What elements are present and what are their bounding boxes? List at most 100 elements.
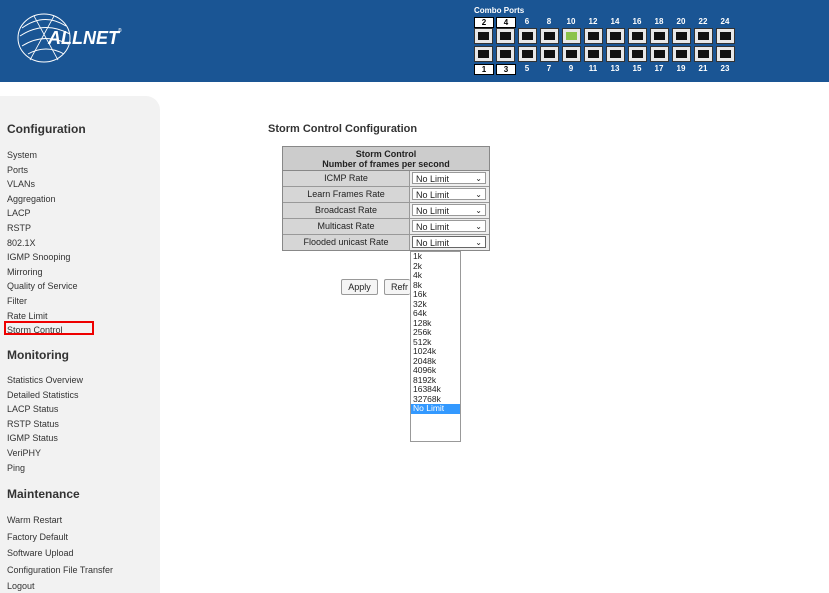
port-label-1: 1 — [474, 64, 494, 75]
port-3[interactable] — [496, 46, 515, 62]
sidebar-item-lacp[interactable]: LACP — [7, 208, 31, 218]
port-9[interactable] — [562, 46, 581, 62]
allnet-logo: ALLNET ® — [17, 13, 122, 63]
port-label-13: 13 — [610, 64, 620, 73]
port-label-19: 19 — [676, 64, 686, 73]
svg-text:ALLNET: ALLNET — [47, 28, 121, 48]
sidebar-item-rate-limit[interactable]: Rate Limit — [7, 311, 48, 321]
port-4[interactable] — [496, 28, 515, 44]
port-label-10: 10 — [566, 17, 576, 26]
sidebar-item-filter[interactable]: Filter — [7, 296, 27, 306]
sidebar-item-lacp-status[interactable]: LACP Status — [7, 404, 58, 414]
port-24[interactable] — [716, 28, 735, 44]
table-row: Flooded unicast Rate No Limit ⌄ — [283, 234, 489, 250]
port-12[interactable] — [584, 28, 603, 44]
rate-select[interactable]: No Limit ⌄ — [412, 204, 486, 216]
sidebar-item-statistics-overview[interactable]: Statistics Overview — [7, 375, 83, 385]
table-header-title: Storm Control — [355, 149, 417, 159]
sidebar-item-software-upload[interactable]: Software Upload — [7, 548, 74, 558]
port-label-21: 21 — [698, 64, 708, 73]
sidebar-item-igmp-status[interactable]: IGMP Status — [7, 433, 58, 443]
svg-text:®: ® — [118, 27, 122, 34]
rate-label: Broadcast Rate — [283, 203, 410, 218]
table-header-subtitle: Number of frames per second — [322, 159, 450, 169]
refresh-button[interactable]: Refr — [384, 279, 410, 295]
rate-select[interactable]: No Limit ⌄ — [412, 172, 486, 184]
rate-select[interactable]: No Limit ⌄ — [412, 188, 486, 200]
port-label-23: 23 — [720, 64, 730, 73]
port-label-3: 3 — [496, 64, 516, 75]
port-7[interactable] — [540, 46, 559, 62]
port-10[interactable] — [562, 28, 581, 44]
sidebar-item-warm-restart[interactable]: Warm Restart — [7, 515, 62, 525]
sidebar-item-factory-default[interactable]: Factory Default — [7, 532, 68, 542]
rate-dropdown-list[interactable]: 1k 2k 4k 8k 16k 32k 64k 128k 256k 512k 1024k 2048k 4… — [410, 251, 461, 442]
sidebar-item-storm-control[interactable]: Storm Control — [7, 325, 63, 335]
sidebar-item-ports[interactable]: Ports — [7, 165, 28, 175]
rate-cell: No Limit ⌄ — [410, 171, 489, 186]
port-label-20: 20 — [676, 17, 686, 26]
rate-cell: No Limit ⌄ — [410, 187, 489, 202]
port-label-22: 22 — [698, 17, 708, 26]
sidebar-item-system[interactable]: System — [7, 150, 37, 160]
port-2[interactable] — [474, 28, 493, 44]
rate-cell: No Limit ⌄ — [410, 235, 489, 250]
port-20[interactable] — [672, 28, 691, 44]
port-17[interactable] — [650, 46, 669, 62]
rate-label: Flooded unicast Rate — [283, 235, 410, 250]
rate-label: Multicast Rate — [283, 219, 410, 234]
port-23[interactable] — [716, 46, 735, 62]
chevron-down-icon: ⌄ — [475, 222, 482, 231]
port-16[interactable] — [628, 28, 647, 44]
port-22[interactable] — [694, 28, 713, 44]
rate-select[interactable]: No Limit ⌄ — [412, 220, 486, 232]
chevron-down-icon: ⌄ — [475, 190, 482, 199]
rate-cell: No Limit ⌄ — [410, 219, 489, 234]
sidebar-item-mirroring[interactable]: Mirroring — [7, 267, 43, 277]
rate-select-value: No Limit — [416, 190, 450, 200]
port-11[interactable] — [584, 46, 603, 62]
port-8[interactable] — [540, 28, 559, 44]
table-row: Learn Frames Rate No Limit ⌄ — [283, 186, 489, 202]
port-label-14: 14 — [610, 17, 620, 26]
table-header: Storm Control Number of frames per secon… — [283, 147, 489, 171]
port-label-7: 7 — [546, 64, 552, 73]
port-label-5: 5 — [524, 64, 530, 73]
port-label-18: 18 — [654, 17, 664, 26]
storm-control-table: Storm Control Number of frames per secon… — [282, 146, 490, 251]
sidebar-item-detailed-statistics[interactable]: Detailed Statistics — [7, 390, 79, 400]
sidebar-item-ping[interactable]: Ping — [7, 463, 25, 473]
sidebar-item-configuration-file-transfer[interactable]: Configuration File Transfer — [7, 565, 113, 575]
apply-button[interactable]: Apply — [341, 279, 378, 295]
sidebar-item-802-1x[interactable]: 802.1X — [7, 238, 36, 248]
sidebar-item-quality-of-service[interactable]: Quality of Service — [7, 281, 78, 291]
sidebar-item-aggregation[interactable]: Aggregation — [7, 194, 56, 204]
chevron-down-icon: ⌄ — [475, 174, 482, 183]
port-21[interactable] — [694, 46, 713, 62]
table-row: Broadcast Rate No Limit ⌄ — [283, 202, 489, 218]
sidebar-item-logout[interactable]: Logout — [7, 581, 35, 591]
port-13[interactable] — [606, 46, 625, 62]
port-label-16: 16 — [632, 17, 642, 26]
rate-cell: No Limit ⌄ — [410, 203, 489, 218]
port-14[interactable] — [606, 28, 625, 44]
port-19[interactable] — [672, 46, 691, 62]
port-18[interactable] — [650, 28, 669, 44]
sidebar-item-igmp-snooping[interactable]: IGMP Snooping — [7, 252, 70, 262]
dropdown-option[interactable]: No Limit — [411, 403, 460, 414]
port-5[interactable] — [518, 46, 537, 62]
rate-select[interactable]: No Limit ⌄ — [412, 236, 486, 248]
sidebar-item-rstp-status[interactable]: RSTP Status — [7, 419, 59, 429]
port-15[interactable] — [628, 46, 647, 62]
rate-label: ICMP Rate — [283, 171, 410, 186]
sidebar-item-vlans[interactable]: VLANs — [7, 179, 35, 189]
port-1[interactable] — [474, 46, 493, 62]
sidebar-item-rstp[interactable]: RSTP — [7, 223, 31, 233]
port-label-2: 2 — [474, 17, 494, 28]
sidebar-item-veriphy[interactable]: VeriPHY — [7, 448, 41, 458]
chevron-down-icon: ⌄ — [475, 238, 482, 247]
port-6[interactable] — [518, 28, 537, 44]
port-label-12: 12 — [588, 17, 598, 26]
port-label-15: 15 — [632, 64, 642, 73]
chevron-down-icon: ⌄ — [475, 206, 482, 215]
